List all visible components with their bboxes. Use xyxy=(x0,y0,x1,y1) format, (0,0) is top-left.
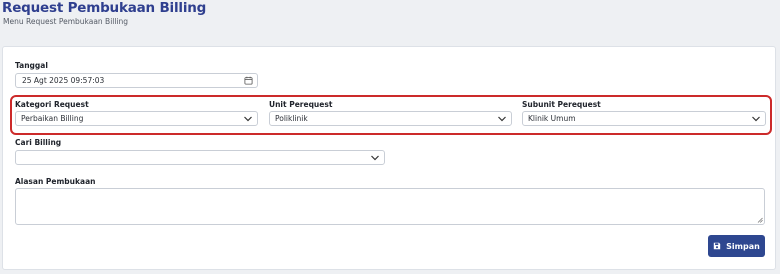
unit-perequest-label: Unit Perequest xyxy=(269,100,333,109)
subunit-perequest-label: Subunit Perequest xyxy=(522,100,601,109)
cari-billing-select[interactable] xyxy=(15,150,385,165)
save-icon xyxy=(713,242,721,250)
tanggal-value: 25 Agt 2025 09:57:03 xyxy=(22,76,105,85)
calendar-icon[interactable] xyxy=(244,76,253,85)
chevron-down-icon xyxy=(497,114,507,123)
chevron-down-icon xyxy=(370,153,380,162)
kategori-request-select[interactable]: Perbaikan Billing xyxy=(15,111,258,126)
kategori-request-value: Perbaikan Billing xyxy=(21,114,84,123)
save-button-label: Simpan xyxy=(726,241,760,251)
tanggal-label: Tanggal xyxy=(15,61,48,70)
resize-handle-icon[interactable] xyxy=(757,217,763,223)
alasan-pembukaan-textarea[interactable] xyxy=(15,188,765,225)
save-button[interactable]: Simpan xyxy=(708,235,765,257)
page-title: Request Pembukaan Billing xyxy=(2,0,207,16)
subunit-perequest-value: Klinik Umum xyxy=(528,114,576,123)
chevron-down-icon xyxy=(751,114,761,123)
chevron-down-icon xyxy=(243,114,253,123)
kategori-request-label: Kategori Request xyxy=(15,100,89,109)
unit-perequest-value: Poliklinik xyxy=(275,114,308,123)
unit-perequest-select[interactable]: Poliklinik xyxy=(269,111,512,126)
alasan-pembukaan-label: Alasan Pembukaan xyxy=(15,177,96,186)
tanggal-field[interactable]: 25 Agt 2025 09:57:03 xyxy=(15,73,258,88)
cari-billing-label: Cari Billing xyxy=(15,138,62,147)
subunit-perequest-select[interactable]: Klinik Umum xyxy=(522,111,766,126)
page-subtitle: Menu Request Pembukaan Billing xyxy=(3,17,129,26)
